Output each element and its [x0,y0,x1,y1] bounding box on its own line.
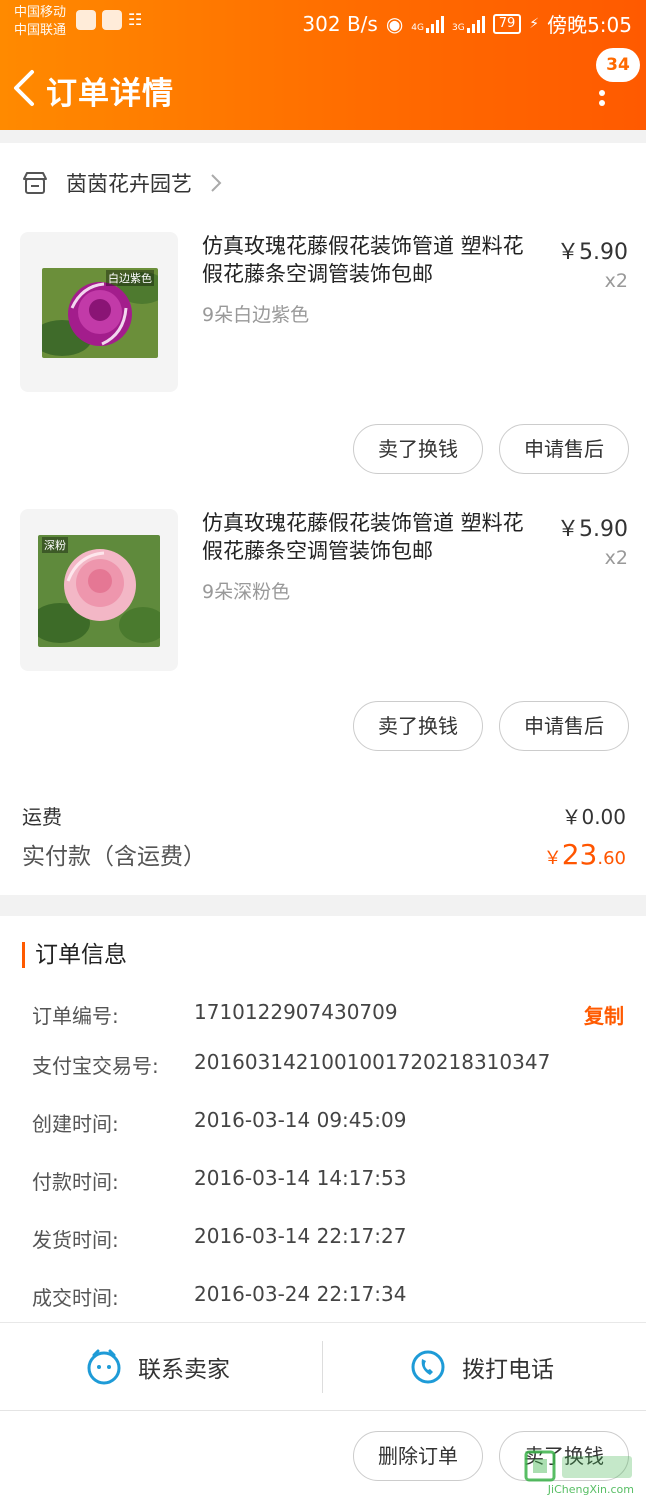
delete-order-button[interactable]: 删除订单 [353,1431,483,1481]
sell-button[interactable]: 卖了换钱 [353,424,483,474]
call-phone-button[interactable]: 拨打电话 [410,1323,554,1411]
item-thumbnail[interactable]: 深粉 [20,509,178,671]
shipping-row: 运费 ￥0.00 [22,801,626,830]
shipping-label: 运费 [22,805,62,829]
rose-photo: 深粉 [38,535,160,647]
page-title: 订单详情 [46,76,174,112]
info-label: 创建时间: [32,1112,119,1136]
copy-button[interactable]: 复制 [584,1000,624,1029]
award-app-icon [102,10,122,30]
thumb-label: 白边紫色 [106,270,154,286]
carrier-2: 中国联通 [14,23,67,38]
contact-bar: 联系卖家 拨打电话 [0,1322,646,1410]
app-header: 中国移动 中国联通 ☷ 302 B/s ◉ 4G 3G 79 ⚡ 傍晚5:05 [0,0,646,130]
store-icon [23,172,47,194]
paid-amount: ￥23.60 [544,838,626,871]
clock: 傍晚5:05 [547,13,632,37]
order-item[interactable]: 深粉 仿真玫瑰花藤假花装饰管道 塑料花假花藤条空调管装饰包邮 9朵深粉色 ￥5.… [0,509,646,699]
shield-app-icon [76,10,96,30]
contact-seller-label: 联系卖家 [138,1357,230,1383]
info-label: 支付宝交易号: [32,1054,159,1078]
call-phone-label: 拨打电话 [462,1357,554,1383]
back-arrow-icon[interactable] [10,66,42,110]
info-value: 2016-03-14 09:45:09 [194,1108,407,1132]
more-menu-icon[interactable] [598,90,606,120]
shop-name: 茵茵花卉园艺 [66,172,192,196]
item-price: ￥5.90 [557,517,628,542]
paid-currency: ￥ [543,848,562,869]
chat-face-icon [87,1349,121,1385]
info-value: 2016031421001001720218310347 [194,1050,551,1074]
net-speed: 302 B/s [302,11,378,36]
paid-decimal: .60 [597,848,626,869]
info-value: 2016-03-14 14:17:53 [194,1166,407,1190]
item-sku: 9朵深粉色 [202,581,291,603]
paid-integer: 23 [561,838,598,871]
paid-label: 实付款（含运费） [22,844,206,870]
info-value: 2016-03-24 22:17:34 [194,1282,407,1306]
signal-3g-icon: 3G [452,15,485,33]
item-title: 仿真玫瑰花藤假花装饰管道 塑料花假花藤条空调管装饰包邮 [202,234,524,286]
shipping-value: ￥0.00 [561,805,626,829]
item-quantity: x2 [604,270,628,292]
info-value: 1710122907430709 [194,1000,398,1024]
info-value: 2016-03-14 22:17:27 [194,1224,407,1248]
info-label: 成交时间: [32,1286,119,1310]
after-sales-button[interactable]: 申请售后 [499,701,629,751]
order-item[interactable]: 白边紫色 仿真玫瑰花藤假花装饰管道 塑料花假花藤条空调管装饰包邮 9朵白边紫色 … [0,232,646,422]
contact-divider [322,1341,323,1393]
order-info-title: 订单信息 [22,942,127,968]
title-bar: 订单详情 [0,58,646,118]
status-bar: 中国移动 中国联通 ☷ 302 B/s ◉ 4G 3G 79 ⚡ 傍晚5:05 [0,0,646,44]
order-card: 茵茵花卉园艺 白边紫色 仿真玫瑰花藤假花装饰管道 塑料花假花藤条空调管装饰包邮 … [0,143,646,895]
bottom-action-bar: 删除订单 卖了换钱 JiChengXin.com [0,1410,646,1500]
rose-photo: 白边紫色 [42,268,158,358]
net-type-2: 3G [451,22,465,33]
eye-icon: ◉ [385,11,404,36]
game-app-icon: ☷ [128,10,143,29]
item-sku: 9朵白边紫色 [202,304,310,326]
carrier-1: 中国移动 [14,5,67,20]
contact-seller-button[interactable]: 联系卖家 [86,1323,230,1411]
item-quantity: x2 [604,547,628,569]
site-watermark: JiChengXin.com [522,1448,642,1498]
battery-icon: 79 [492,13,522,34]
watermark-logo-icon [524,1450,632,1482]
carrier-labels: 中国移动 中国联通 [14,4,66,40]
item-thumbnail[interactable]: 白边紫色 [20,232,178,392]
message-count-badge: 34 [596,48,640,82]
shop-row[interactable]: 茵茵花卉园艺 [22,165,222,201]
after-sales-button[interactable]: 申请售后 [499,424,629,474]
paid-row: 实付款（含运费） ￥23.60 [22,837,626,871]
chevron-right-icon [211,174,222,192]
net-type-1: 4G [411,22,424,33]
signal-4g-icon: 4G [411,15,444,33]
item-title: 仿真玫瑰花藤假花装饰管道 塑料花假花藤条空调管装饰包邮 [202,511,524,563]
status-right: 302 B/s ◉ 4G 3G 79 ⚡ 傍晚5:05 [302,9,632,38]
phone-icon [411,1350,445,1384]
info-label: 发货时间: [32,1228,119,1252]
info-label: 付款时间: [32,1170,119,1194]
thumb-label: 深粉 [42,537,68,553]
order-info-section: 订单信息 订单编号: 1710122907430709 复制 支付宝交易号: 2… [0,916,646,1322]
notification-icons: ☷ [76,10,142,30]
info-label: 订单编号: [32,1004,119,1028]
charging-icon: ⚡ [529,15,540,32]
item-price: ￥5.90 [557,240,628,265]
watermark-text: JiChengXin.com [547,1483,634,1496]
sell-button[interactable]: 卖了换钱 [353,701,483,751]
